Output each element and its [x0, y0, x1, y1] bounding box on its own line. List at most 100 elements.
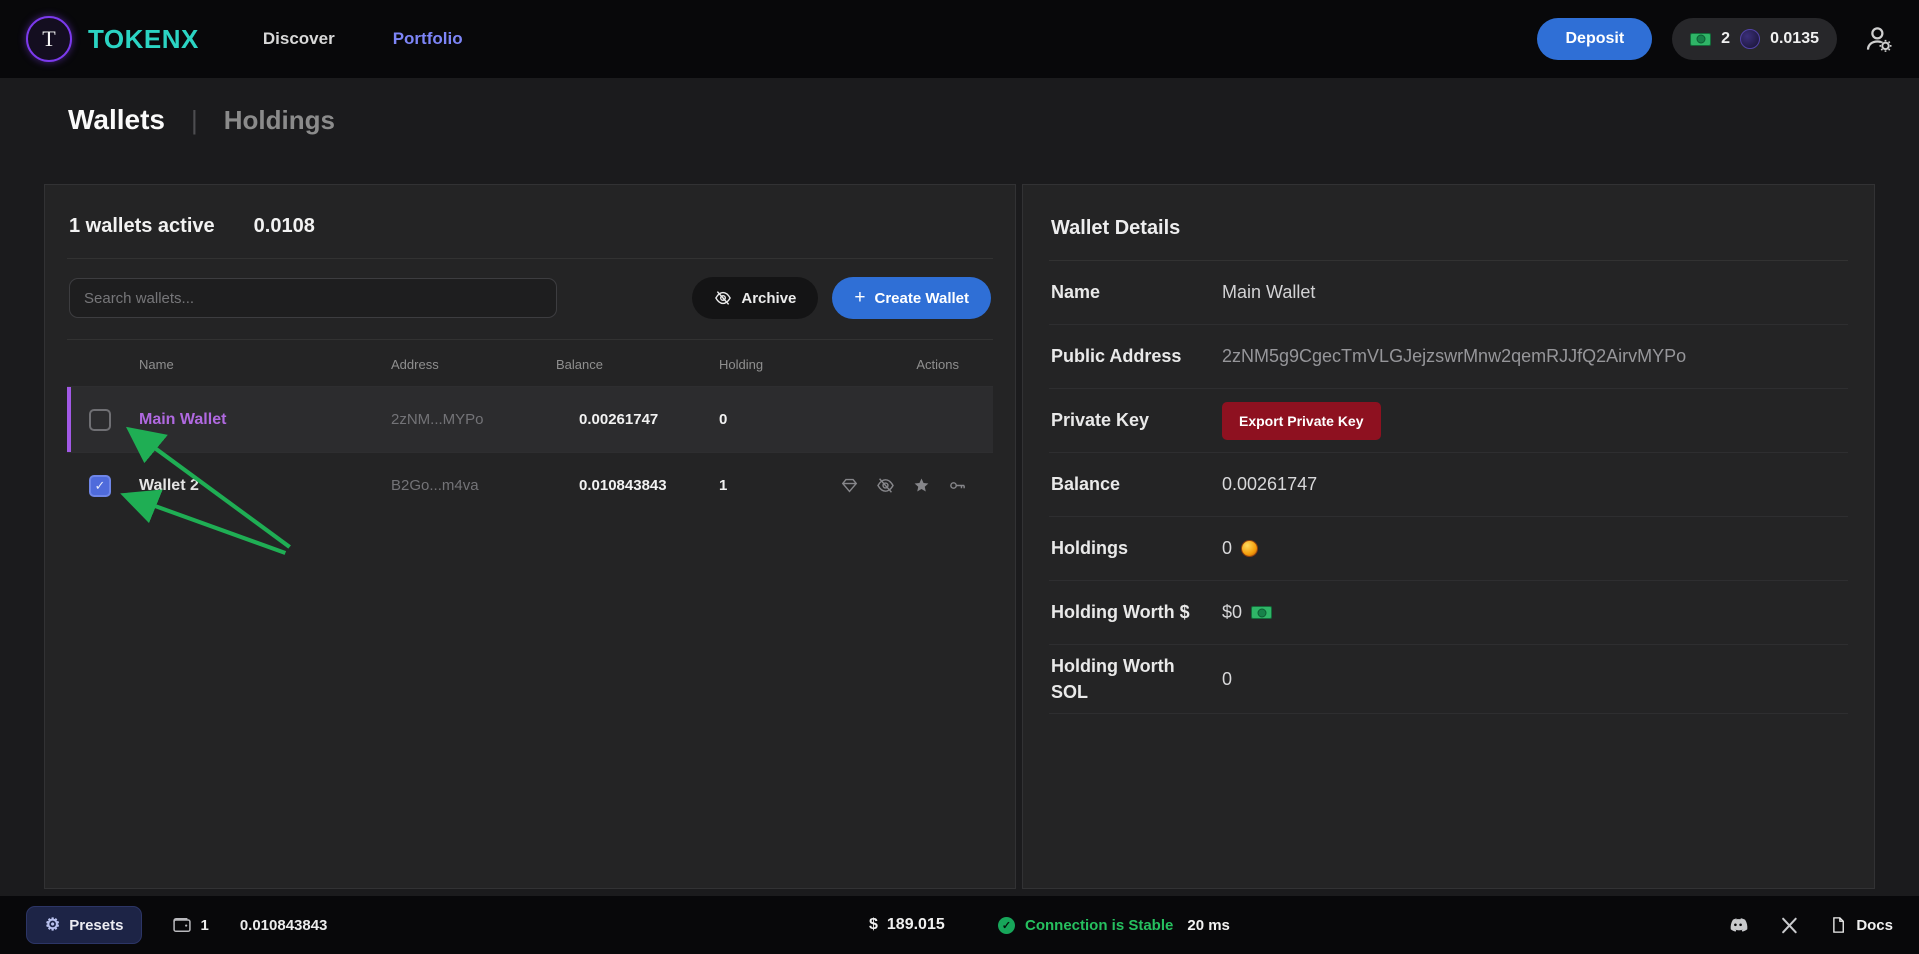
page-tabs: Wallets | Holdings [0, 78, 1919, 136]
detail-row-balance: Balance 0.00261747 [1049, 453, 1848, 517]
col-balance: Balance [556, 357, 719, 372]
wallet-details-panel: Wallet Details Name Main Wallet Public A… [1022, 184, 1875, 889]
app-logo[interactable]: T [26, 16, 72, 62]
gear-icon: ⚙ [45, 915, 60, 935]
detail-label: Name [1051, 279, 1206, 305]
col-holding: Holding [719, 357, 839, 372]
discord-icon[interactable] [1726, 913, 1750, 937]
detail-value-balance: 0.00261747 [1222, 474, 1343, 495]
wallets-summary: 1 wallets active 0.0108 [67, 203, 993, 258]
archive-button[interactable]: Archive [692, 277, 818, 319]
balance-pill[interactable]: 2 0.0135 [1672, 18, 1837, 60]
x-twitter-icon[interactable] [1780, 916, 1799, 935]
detail-label: Holding Worth $ [1051, 599, 1206, 625]
deposit-button[interactable]: Deposit [1537, 18, 1652, 60]
solana-icon [556, 412, 571, 427]
tab-holdings[interactable]: Holdings [224, 105, 335, 136]
detail-row-worth-sol: Holding Worth SOL 0 [1049, 645, 1848, 714]
statusbar-links: Docs [1726, 913, 1893, 937]
top-navbar: T TOKENX Discover Portfolio Deposit 2 0.… [0, 0, 1919, 78]
eye-off-icon[interactable] [875, 476, 895, 496]
star-icon[interactable] [911, 476, 931, 496]
col-actions: Actions [839, 357, 993, 372]
detail-row-name: Name Main Wallet [1049, 261, 1848, 325]
wallet-balance-value: 0.010843843 [579, 477, 667, 494]
wallet-holding: 1 [719, 477, 839, 494]
detail-value-name: Main Wallet [1222, 282, 1315, 303]
worth-usd-amount: $0 [1222, 602, 1242, 623]
presets-button[interactable]: ⚙ Presets [26, 906, 142, 944]
wallet-checkbox[interactable] [89, 409, 111, 431]
presets-label: Presets [69, 917, 123, 934]
person-gear-icon [1863, 24, 1893, 54]
tab-divider: | [191, 105, 198, 136]
document-icon [1829, 916, 1847, 934]
detail-value-public-address: 2zNM5g9CgecTmVLGJejzswrMnw2qemRJJfQ2Airv… [1222, 346, 1686, 367]
brand-name[interactable]: TOKENX [88, 24, 199, 55]
main-content: 1 wallets active 0.0108 Archive + Create… [44, 184, 1875, 889]
active-wallets-count: 1 wallets active [69, 215, 215, 238]
connection-text: Connection is Stable [1025, 917, 1173, 934]
balance-amount: 0.00261747 [1222, 474, 1317, 495]
solana-icon [1326, 476, 1343, 493]
wallet-name: Wallet 2 [139, 477, 391, 495]
banknote-icon [1690, 33, 1711, 46]
col-address: Address [391, 357, 556, 372]
table-row-wallet-2[interactable]: Wallet 2 B2Go...m4va 0.010843843 1 [67, 452, 993, 518]
wallet-icon [172, 915, 192, 935]
wallets-panel: 1 wallets active 0.0108 Archive + Create… [44, 184, 1016, 889]
account-settings-button[interactable] [1863, 24, 1893, 54]
wallet-checkbox[interactable] [89, 475, 111, 497]
solana-icon [225, 217, 244, 236]
main-nav: Discover Portfolio [263, 29, 463, 49]
export-private-key-button[interactable]: Export Private Key [1222, 402, 1381, 440]
detail-value-worth-sol: 0 [1222, 669, 1258, 690]
cash-count: 2 [1721, 30, 1730, 48]
solana-icon [556, 478, 571, 493]
create-wallet-label: Create Wallet [875, 290, 969, 307]
detail-label: Balance [1051, 471, 1206, 497]
wallet-actions [839, 476, 993, 496]
sol-price: $ 189.015 [843, 916, 945, 934]
holdings-count: 0 [1222, 538, 1232, 559]
wallet-balance: 0.00261747 [556, 411, 719, 428]
wallets-toolbar: Archive + Create Wallet [67, 258, 993, 340]
wallet-summary: 1 0.010843843 [172, 915, 327, 935]
dollar-sign: $ [869, 916, 878, 934]
wallet-sol-amount: 0.010843843 [240, 917, 328, 934]
col-name: Name [139, 357, 391, 372]
tab-wallets[interactable]: Wallets [68, 104, 165, 136]
detail-label: Public Address [1051, 343, 1206, 369]
latency-value: 20 ms [1187, 917, 1230, 934]
active-sol-total: 0.0108 [254, 215, 315, 238]
solana-icon [843, 917, 860, 934]
docs-label: Docs [1856, 917, 1893, 934]
wallet-address: 2zNM...MYPo [391, 411, 556, 428]
gem-icon[interactable] [839, 476, 859, 496]
token-coin-icon [1740, 29, 1760, 49]
logo-letter: T [42, 26, 55, 52]
solana-icon [217, 918, 232, 933]
wallet-balance-value: 0.00261747 [579, 411, 658, 428]
table-row-main-wallet[interactable]: Main Wallet 2zNM...MYPo 0.00261747 0 [67, 386, 993, 452]
detail-label: Holdings [1051, 535, 1206, 561]
sol-price-value: 189.015 [887, 916, 945, 934]
worth-sol-amount: 0 [1222, 669, 1232, 690]
col-checkbox [67, 357, 139, 372]
wallets-table-header: Name Address Balance Holding Actions [67, 340, 993, 386]
status-bar: ⚙ Presets 1 0.010843843 $ 189.015 ✓ Conn… [0, 896, 1919, 954]
coin-icon [1241, 540, 1258, 557]
nav-portfolio[interactable]: Portfolio [393, 29, 463, 49]
wallet-address: B2Go...m4va [391, 477, 556, 494]
detail-value-holdings: 0 [1222, 538, 1258, 559]
details-title: Wallet Details [1049, 203, 1848, 261]
key-icon[interactable] [947, 476, 967, 496]
eye-off-icon [714, 289, 732, 307]
search-input[interactable] [69, 278, 557, 318]
wallet-balance: 0.010843843 [556, 477, 719, 494]
wallet-name: Main Wallet [139, 411, 391, 429]
nav-discover[interactable]: Discover [263, 29, 335, 49]
docs-button[interactable]: Docs [1829, 916, 1893, 934]
create-wallet-button[interactable]: + Create Wallet [832, 277, 991, 319]
connection-status: ✓ Connection is Stable 20 ms [998, 917, 1230, 934]
